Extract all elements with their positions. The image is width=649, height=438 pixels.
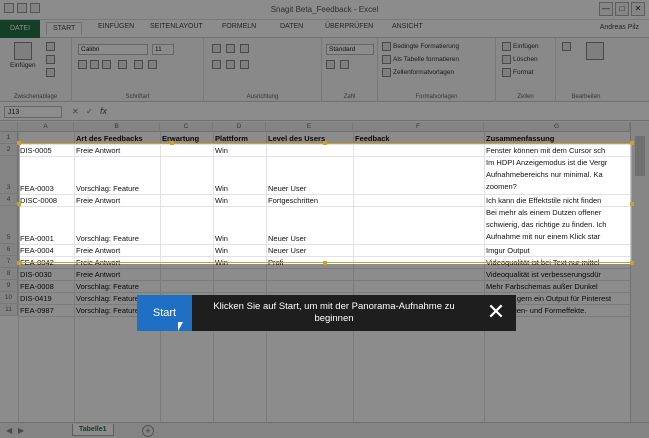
- capture-overlay-right: [632, 143, 649, 264]
- panorama-start-button[interactable]: Start: [137, 295, 192, 331]
- resize-handle[interactable]: [630, 202, 634, 206]
- resize-handle[interactable]: [170, 141, 174, 145]
- capture-overlay-top: [0, 0, 649, 143]
- resize-handle[interactable]: [17, 261, 21, 265]
- resize-handle[interactable]: [17, 202, 21, 206]
- panorama-message: Klicken Sie auf Start, um mit der Panora…: [213, 301, 455, 324]
- resize-handle[interactable]: [17, 141, 21, 145]
- toast-close-button[interactable]: ✕: [476, 295, 516, 331]
- resize-handle[interactable]: [323, 261, 327, 265]
- capture-overlay-bottom: [0, 264, 649, 438]
- capture-selection-frame[interactable]: [17, 141, 634, 265]
- mouse-cursor-icon: [178, 322, 183, 331]
- panorama-toast: Start Klicken Sie auf Start, um mit der …: [137, 295, 516, 331]
- resize-handle[interactable]: [323, 141, 327, 145]
- resize-handle[interactable]: [630, 261, 634, 265]
- resize-handle[interactable]: [630, 141, 634, 145]
